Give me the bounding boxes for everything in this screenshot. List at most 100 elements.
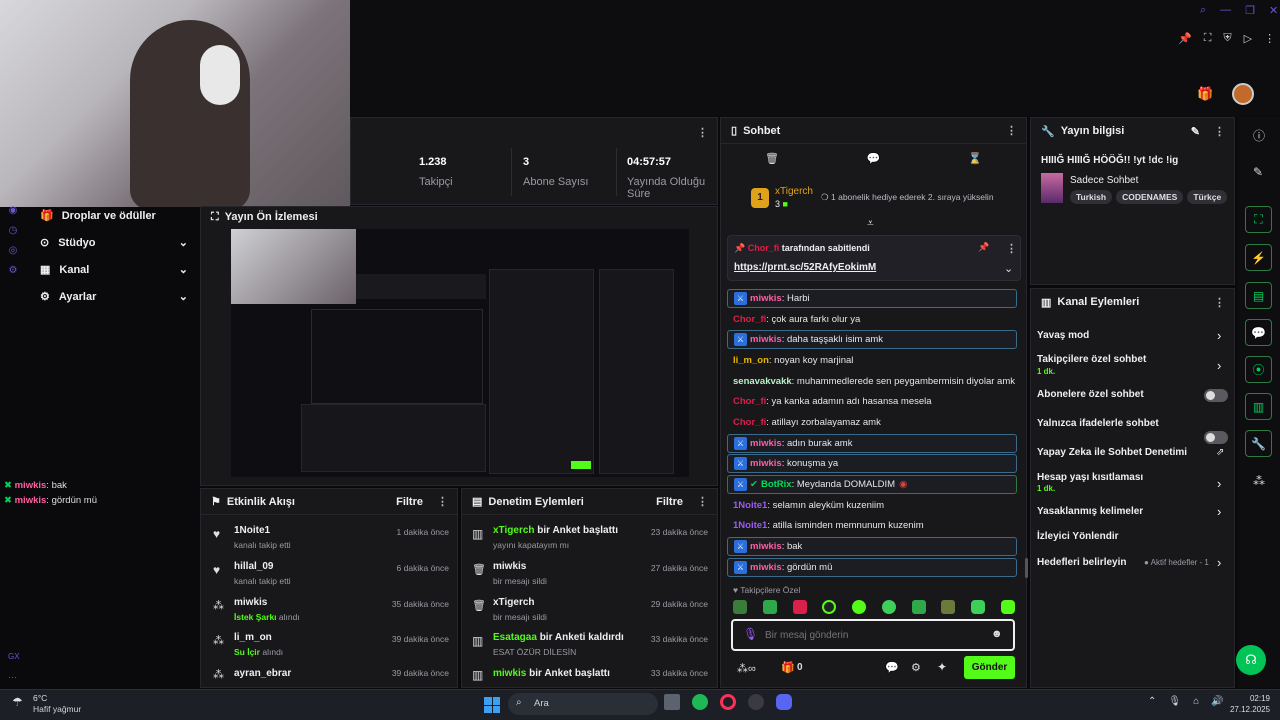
chat-message[interactable]: Chor_fi: ya kanka adamın adı hasansa mes… — [727, 392, 1017, 411]
activity-item[interactable]: ⁂ ayran_ebrar 39 dakika önce — [213, 668, 449, 681]
search-icon[interactable]: ⌕ — [1200, 4, 1206, 17]
modlog-item[interactable]: ▥ Esatagaa bir Anketi kaldırdı ESAT ÖZÜR… — [472, 632, 708, 657]
start-button[interactable] — [484, 697, 500, 713]
stream-info-menu-icon[interactable]: ⋮ — [1214, 125, 1225, 138]
emote-icon[interactable] — [1000, 600, 1015, 614]
chat-menu-icon[interactable]: ⋮ — [1006, 124, 1017, 137]
chat-message[interactable]: Chor_fi: atillayı zorbalayamaz amk — [727, 413, 1017, 432]
pinned-message[interactable]: 📌 Chor_fi tarafından sabitlendi https://… — [727, 235, 1021, 281]
modlog-item[interactable]: 🗑 miwkis bir mesajı sildi 27 dakika önce — [472, 561, 708, 586]
scroll-more-icon[interactable]: ⩡ — [867, 216, 874, 231]
rail-icon-1[interactable]: ◉ — [9, 205, 18, 216]
points-icon[interactable]: ⁂∞ — [737, 662, 756, 675]
pin-icon[interactable]: 📌 — [1178, 32, 1192, 45]
modlog-filter-button[interactable]: Filtre — [656, 496, 683, 508]
modlog-item[interactable]: ▥ xTigerch bir Anket başlattı yayını kap… — [472, 525, 708, 550]
emote-icon[interactable] — [792, 600, 807, 614]
activity-filter-button[interactable]: Filtre — [396, 496, 423, 508]
chevron-right-icon[interactable]: › — [1217, 476, 1221, 491]
speech-icon[interactable]: 💬 — [867, 152, 881, 165]
rail-button-document[interactable]: ▤ — [1245, 282, 1272, 309]
pinned-menu-icon[interactable]: ⋮ — [1006, 242, 1017, 255]
category-name[interactable]: Sadece Sohbet — [1070, 175, 1138, 186]
emote-icon[interactable] — [911, 600, 926, 614]
action-slow-mode[interactable]: Yavaş mod — [1037, 330, 1089, 341]
avatar[interactable] — [1232, 83, 1254, 105]
pencil-icon[interactable]: ✎ — [1253, 165, 1263, 179]
chevron-right-icon[interactable]: › — [1217, 358, 1221, 373]
sidebar-item-settings[interactable]: ⚙ Ayarlar ⌄ — [40, 290, 188, 304]
chat-message[interactable]: ⚔ miwkis: gördün mü — [727, 558, 1017, 577]
menu-icon[interactable]: ⋮ — [1264, 32, 1275, 45]
network-icon[interactable]: ⌂ — [1193, 696, 1199, 707]
pinned-link[interactable]: https://prnt.sc/52RAfyEokimM — [734, 262, 876, 273]
sidebar-item-drops[interactable]: 🎁 Droplar ve ödüller — [40, 209, 156, 223]
hourglass-icon[interactable]: ⌛ — [968, 152, 982, 165]
chevron-up-icon[interactable]: ⌃ — [1148, 696, 1156, 707]
action-raid[interactable]: İzleyici Yönlendir — [1037, 531, 1119, 542]
speech-icon[interactable]: 💬 — [885, 661, 899, 674]
crop-icon[interactable]: ⛶ — [1204, 32, 1212, 45]
chevron-down-icon[interactable]: ⌄ — [1004, 262, 1013, 275]
action-subscribers-only[interactable]: Abonelere özel sohbet — [1037, 389, 1144, 400]
info-icon[interactable]: ⓘ — [1253, 127, 1265, 144]
spotify-icon[interactable] — [692, 694, 708, 710]
tag[interactable]: Türkçe — [1187, 190, 1228, 204]
emoji-icon[interactable]: ☻ — [991, 628, 1003, 640]
rail-icon-3[interactable]: ◎ — [9, 245, 18, 256]
emote-icon[interactable] — [852, 600, 867, 614]
chat-scrollbar[interactable] — [1025, 558, 1028, 578]
modlog-item[interactable]: 🗑 xTigerch bir mesajı sildi 29 dakika ön… — [472, 597, 708, 622]
chat-message[interactable]: ⚔ miwkis: adın burak amk — [727, 434, 1017, 453]
trash-icon[interactable]: 🗑 — [765, 152, 779, 165]
activity-item[interactable]: ⁂ li_m_on Su İçir alındı 39 dakika önce — [213, 632, 449, 657]
rail-button-wrench[interactable]: 🔧 — [1245, 430, 1272, 457]
action-followers-only[interactable]: Takipçilere özel sohbet — [1037, 354, 1146, 365]
action-emote-only[interactable]: Yalnızca ifadelerle sohbet — [1037, 418, 1159, 429]
activity-item[interactable]: ♥ hillal_09 kanalı takip etti 6 dakika ö… — [213, 561, 449, 586]
send-button[interactable]: Gönder — [964, 656, 1015, 679]
chat-message[interactable]: li_m_on: noyan koy marjinal — [727, 351, 1017, 370]
emote-icon[interactable] — [762, 600, 777, 614]
unpin-icon[interactable]: 📌 — [978, 242, 989, 253]
chat-input-box[interactable]: 🎙 ☻ — [731, 619, 1015, 651]
rail-icon-2[interactable]: ◷ — [9, 225, 18, 236]
activity-menu-icon[interactable]: ⋮ — [437, 495, 448, 508]
play-icon[interactable]: ▷ — [1244, 32, 1252, 45]
action-goals[interactable]: Hedefleri belirleyin — [1037, 557, 1126, 568]
close-icon[interactable]: ✕ — [1269, 4, 1278, 17]
gift-icon[interactable]: 🎁 — [781, 661, 795, 674]
chat-input[interactable] — [765, 626, 975, 644]
obs-icon[interactable] — [748, 694, 764, 710]
chat-message[interactable]: Chor_fi: çok aura farkı olur ya — [727, 310, 1017, 329]
mic-icon[interactable]: 🎙 — [743, 627, 758, 641]
gift-icon[interactable]: 🎁 — [1197, 86, 1213, 102]
emote-only-toggle[interactable] — [1204, 431, 1228, 444]
emote-icon[interactable] — [971, 600, 986, 614]
subscribers-only-toggle[interactable] — [1204, 389, 1228, 402]
modlog-item[interactable]: ▥ miwkis bir Anket başlattı 33 dakika ön… — [472, 668, 708, 682]
emote-icon[interactable] — [733, 600, 747, 614]
action-banned-words[interactable]: Yasaklanmış kelimeler — [1037, 506, 1143, 517]
emote-picker-icon[interactable]: ✦ — [937, 660, 947, 674]
points-icon[interactable]: ⁂ — [1253, 474, 1265, 488]
opera-gx-icon[interactable] — [720, 694, 736, 710]
chat-message[interactable]: ⚔ miwkis: konuşma ya — [727, 454, 1017, 473]
chat-message[interactable]: ⚔ miwkis: Harbi — [727, 289, 1017, 308]
restore-icon[interactable]: ❐ — [1245, 4, 1255, 17]
rail-settings-icon[interactable]: ⚙ — [9, 265, 18, 276]
sidebar-item-studio[interactable]: ⊙ Stüdyo ⌄ — [40, 236, 188, 250]
rail-more-icon[interactable]: ··· — [8, 672, 17, 682]
chat-message[interactable]: ⚔ ✔ BotRix: Meydanda DOMALDIM ◉ — [727, 475, 1017, 494]
rail-button-list[interactable]: ▥ — [1245, 393, 1272, 420]
gear-icon[interactable]: ⚙ — [911, 661, 921, 674]
clock[interactable]: 02:19 27.12.2025 — [1220, 693, 1270, 715]
minimize-icon[interactable]: — — [1220, 4, 1231, 17]
category-thumbnail[interactable] — [1041, 173, 1063, 203]
chevron-right-icon[interactable]: › — [1217, 328, 1221, 343]
chevron-right-icon[interactable]: › — [1217, 504, 1221, 519]
gift-leaderboard[interactable]: 1 xTigerch 3 ■ ❍ 1 abonelik hediye edere… — [751, 186, 1021, 214]
chat-message[interactable]: senavakvakk: muhammedlerede sen peygambe… — [727, 372, 1017, 391]
action-account-age[interactable]: Hesap yaşı kısıtlaması — [1037, 472, 1143, 483]
tag[interactable]: CODENAMES — [1116, 190, 1184, 204]
